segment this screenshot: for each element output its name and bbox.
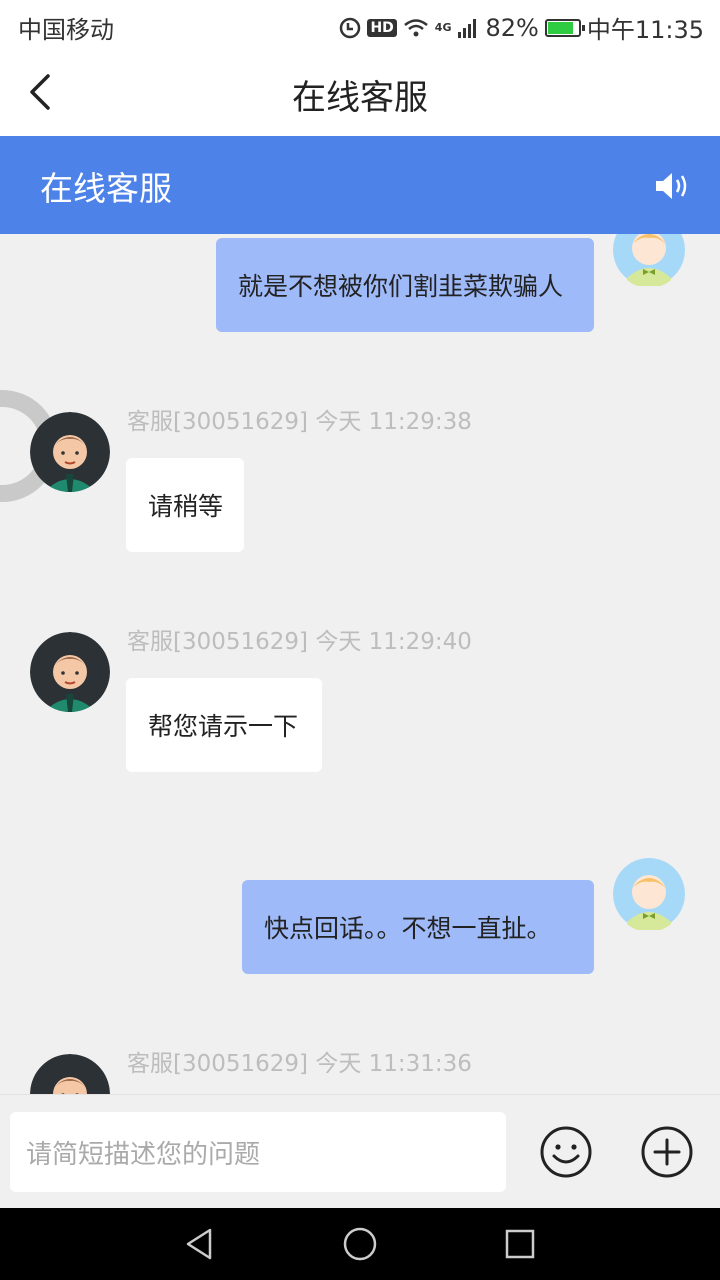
network-type: 4G: [434, 21, 452, 34]
input-placeholder: 请简短描述您的问题: [26, 1139, 261, 1170]
speaker-icon[interactable]: [654, 170, 690, 202]
user-avatar[interactable]: [613, 856, 685, 932]
agent-avatar[interactable]: [30, 632, 110, 712]
message-text: 快点回话。。不想一直扯。: [264, 914, 552, 943]
message-text: 就是不想被你们割韭菜欺骗人: [238, 272, 564, 301]
service-banner: 在线客服: [0, 136, 720, 234]
status-icons: HD 4G 82% 中午11:35: [339, 10, 704, 45]
status-bar: 中国移动 HD 4G 82% 中午11:35: [0, 0, 720, 50]
nav-home-icon[interactable]: [341, 1226, 379, 1262]
banner-title: 在线客服: [40, 169, 172, 208]
battery-icon: [544, 18, 585, 37]
nav-back-icon[interactable]: [182, 1226, 218, 1262]
agent-message-bubble[interactable]: 帮您请示一下: [126, 678, 322, 772]
message-text: 帮您请示一下: [148, 712, 299, 741]
signal-icon: [458, 18, 477, 38]
emoji-icon[interactable]: [539, 1125, 593, 1179]
clock: 中午11:35: [586, 16, 704, 44]
battery-percent: 82%: [485, 13, 539, 42]
system-navigation-bar: [0, 1208, 720, 1280]
agent-message-meta: 客服[30051629] 今天 11:29:38: [127, 409, 472, 435]
agent-avatar[interactable]: [30, 1054, 110, 1094]
my-message-bubble[interactable]: 就是不想被你们割韭菜欺骗人: [216, 238, 594, 332]
page-title: 在线客服: [292, 78, 428, 118]
hd-badge: HD: [367, 18, 397, 37]
chat-area[interactable]: 就是不想被你们割韭菜欺骗人 客服[30051629] 今天 11:29:38 请…: [0, 234, 720, 1094]
user-avatar[interactable]: [613, 234, 685, 288]
add-icon[interactable]: [640, 1125, 694, 1179]
agent-avatar[interactable]: [30, 412, 110, 492]
agent-message-meta: 客服[30051629] 今天 11:31:36: [127, 1051, 472, 1077]
input-bar: 请简短描述您的问题: [0, 1094, 720, 1209]
wifi-icon: [404, 18, 428, 36]
message-text: 请稍等: [148, 492, 224, 521]
nav-bar: 在线客服: [0, 50, 720, 136]
message-input[interactable]: 请简短描述您的问题: [10, 1112, 506, 1192]
my-message-bubble[interactable]: 快点回话。。不想一直扯。: [242, 880, 594, 974]
agent-message-bubble[interactable]: 请稍等: [126, 458, 244, 552]
agent-message-meta: 客服[30051629] 今天 11:29:40: [127, 629, 472, 655]
nav-recents-icon[interactable]: [503, 1226, 537, 1262]
data-saver-icon: [340, 17, 361, 38]
carrier-name: 中国移动: [18, 16, 114, 44]
